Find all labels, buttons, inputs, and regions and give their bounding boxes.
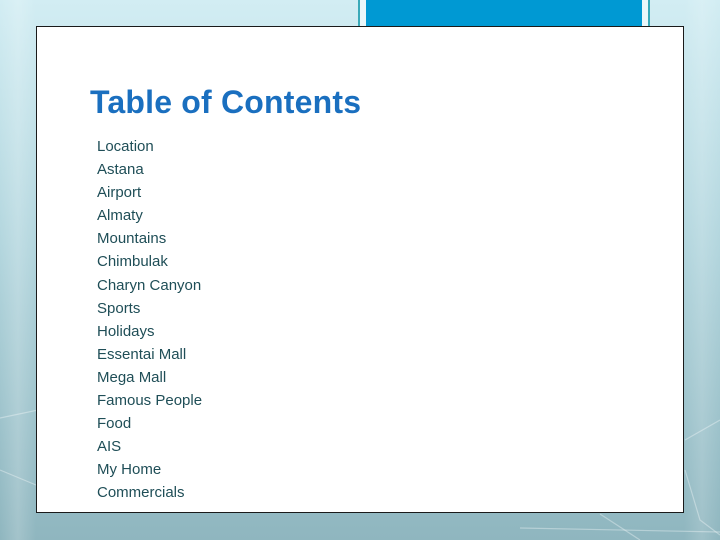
toc-item: Airport (97, 184, 142, 202)
toc-item: AIS (97, 438, 122, 456)
toc-item: My Home (97, 461, 162, 479)
table-of-contents-list: Location Astana Airport Almaty Mountains… (97, 135, 202, 505)
toc-item: Charyn Canyon (97, 276, 202, 294)
toc-item: Sports (97, 299, 141, 317)
toc-item: Chimbulak (97, 253, 168, 271)
bg-line (599, 513, 641, 540)
bg-line (0, 469, 37, 486)
slide-title: Table of Contents (90, 84, 362, 120)
bg-line (519, 527, 720, 533)
toc-item: Almaty (97, 207, 143, 225)
toc-item: Commercials (97, 484, 185, 502)
toc-item: Location (97, 138, 154, 155)
bg-line (0, 409, 39, 460)
toc-item: Mega Mall (97, 368, 167, 386)
toc-item: Famous People (97, 392, 203, 410)
toc-item: Holidays (97, 322, 155, 340)
toc-item: Essentai Mall (97, 345, 187, 363)
toc-item: Astana (97, 161, 144, 179)
bg-line (684, 419, 720, 441)
toc-item: Food (97, 415, 132, 433)
bg-line (684, 469, 720, 536)
toc-item: Mountains (97, 230, 167, 248)
